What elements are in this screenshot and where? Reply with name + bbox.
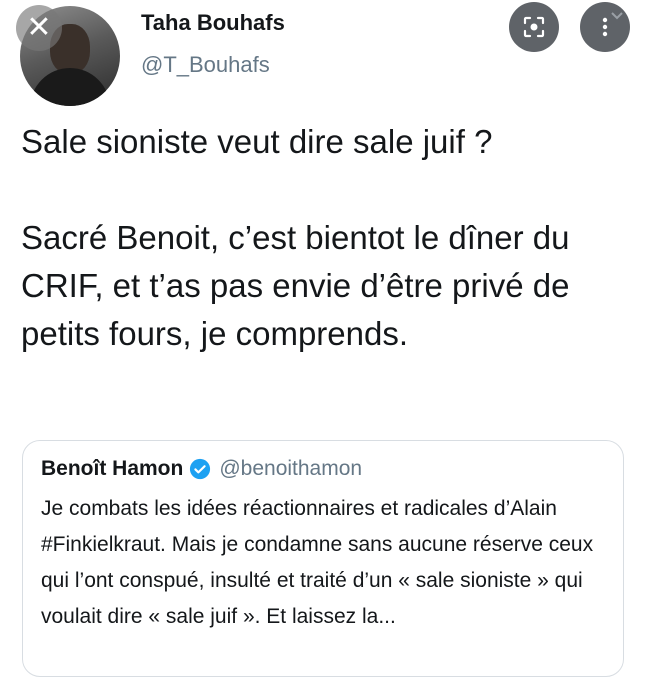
close-icon: ✕ <box>26 11 52 44</box>
lens-icon <box>523 16 545 38</box>
quoted-author-name[interactable]: Benoît Hamon <box>41 457 183 481</box>
quoted-tweet-header: Benoît Hamon @benoithamon <box>41 457 362 481</box>
tweet-paragraph: Sacré Benoit, c’est bientot le dîner du … <box>21 219 570 352</box>
tweet-text: Sale sioniste veut dire sale juif ? Sacr… <box>21 118 621 358</box>
close-button[interactable]: ✕ <box>16 5 62 51</box>
quoted-author-handle[interactable]: @benoithamon <box>219 457 362 481</box>
chevron-down-icon[interactable] <box>610 8 624 24</box>
lens-button[interactable] <box>509 2 559 52</box>
author-name[interactable]: Taha Bouhafs <box>141 10 285 36</box>
tweet-paragraph: Sale sioniste veut dire sale juif ? <box>21 123 493 160</box>
verified-badge-icon <box>190 458 211 480</box>
avatar-shoulders <box>30 68 110 106</box>
author-handle[interactable]: @T_Bouhafs <box>141 52 270 78</box>
quoted-tweet-card[interactable]: Benoît Hamon @benoithamon Je combats les… <box>22 440 624 677</box>
quoted-tweet-text: Je combats les idées réactionnaires et r… <box>41 497 594 628</box>
